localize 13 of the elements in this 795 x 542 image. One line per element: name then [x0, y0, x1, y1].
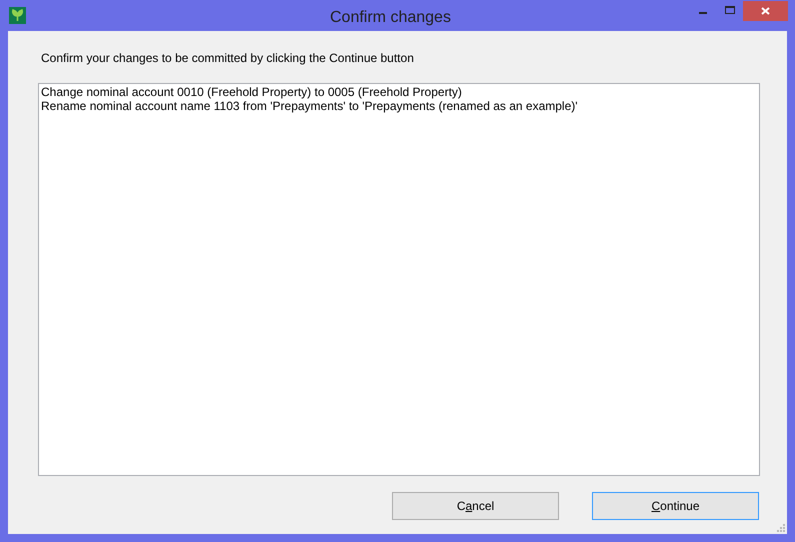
- close-button[interactable]: [743, 1, 788, 21]
- close-icon: [761, 7, 770, 15]
- window-title: Confirm changes: [330, 8, 451, 28]
- change-line: Change nominal account 0010 (Freehold Property) to 0005 (Freehold Property): [41, 85, 463, 99]
- dialog-button[interactable]: Continue: [592, 492, 759, 520]
- changes-textbox[interactable]: Change nominal account 0010 (Freehold Property) to 0005 (Freehold Property) Rename nominal account name 1103 from 'Prepayments' to 'Prepayments (renamed as an example)': [38, 83, 760, 476]
- dialog-button[interactable]: Cancel: [392, 492, 559, 520]
- minimize-icon: [698, 12, 706, 14]
- maximize-icon: [724, 6, 734, 14]
- instruction-text: Confirm your changes to be committed by clicking the Continue button: [41, 50, 415, 67]
- change-line: Rename nominal account name 1103 from 'Prepayments' to 'Prepayments (renamed as an example)': [41, 99, 579, 113]
- resize-grip-icon: [777, 524, 785, 532]
- leaf-icon: [9, 7, 26, 24]
